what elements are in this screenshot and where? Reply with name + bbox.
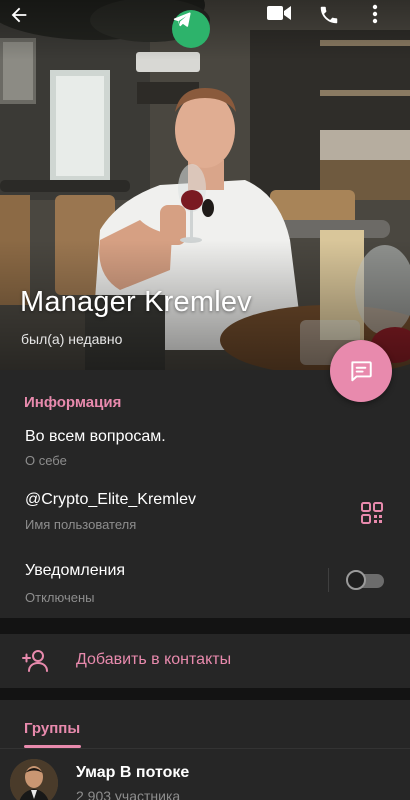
notifications-label: Уведомления [25, 562, 126, 579]
section-gap [0, 688, 410, 700]
bio-caption: О себе [25, 453, 67, 468]
notifications-toggle[interactable] [346, 570, 384, 590]
telegram-badge [172, 10, 210, 48]
more-vertical-icon [372, 4, 378, 24]
tab-groups[interactable]: Группы [24, 720, 80, 737]
more-options-button[interactable] [372, 4, 396, 40]
add-contact-label: Добавить в контакты [76, 651, 232, 668]
group-members-count: 2 903 участника [76, 788, 181, 800]
groups-section: Группы Умар В потоке 2 903 участника [0, 700, 410, 800]
add-user-icon [22, 648, 50, 674]
group-avatar [10, 759, 58, 800]
profile-photo[interactable]: Manager Kremlev был(а) недавно [0, 0, 410, 370]
section-gap [0, 618, 410, 634]
notifications-status: Отключены [25, 590, 95, 605]
back-button[interactable] [8, 4, 48, 40]
qr-code-button[interactable] [360, 501, 384, 525]
video-call-button[interactable] [266, 4, 300, 40]
phone-icon [320, 6, 338, 24]
telegram-icon [173, 12, 191, 27]
qr-code-icon [361, 502, 383, 524]
call-button[interactable] [318, 4, 348, 40]
back-arrow-icon [11, 7, 27, 23]
group-list-item[interactable]: Умар В потоке 2 903 участника [0, 751, 410, 800]
notifications-divider [328, 568, 329, 592]
profile-name: Manager Kremlev [20, 286, 252, 318]
username-caption: Имя пользователя [25, 517, 137, 532]
toggle-knob [346, 570, 366, 590]
message-icon [351, 361, 372, 382]
username-text[interactable]: @Crypto_Elite_Kremlev [25, 491, 196, 509]
tab-separator [0, 748, 410, 749]
group-name: Умар В потоке [76, 764, 190, 781]
add-contact-row[interactable]: Добавить в контакты [0, 634, 410, 688]
info-section: Информация Во всем вопросам. О себе @Cry… [0, 370, 410, 618]
info-section-title: Информация [24, 394, 122, 411]
send-message-button[interactable] [330, 340, 392, 402]
profile-status: был(а) недавно [21, 331, 123, 347]
bio-text[interactable]: Во всем вопросам. [25, 428, 166, 446]
video-call-icon [267, 6, 291, 20]
